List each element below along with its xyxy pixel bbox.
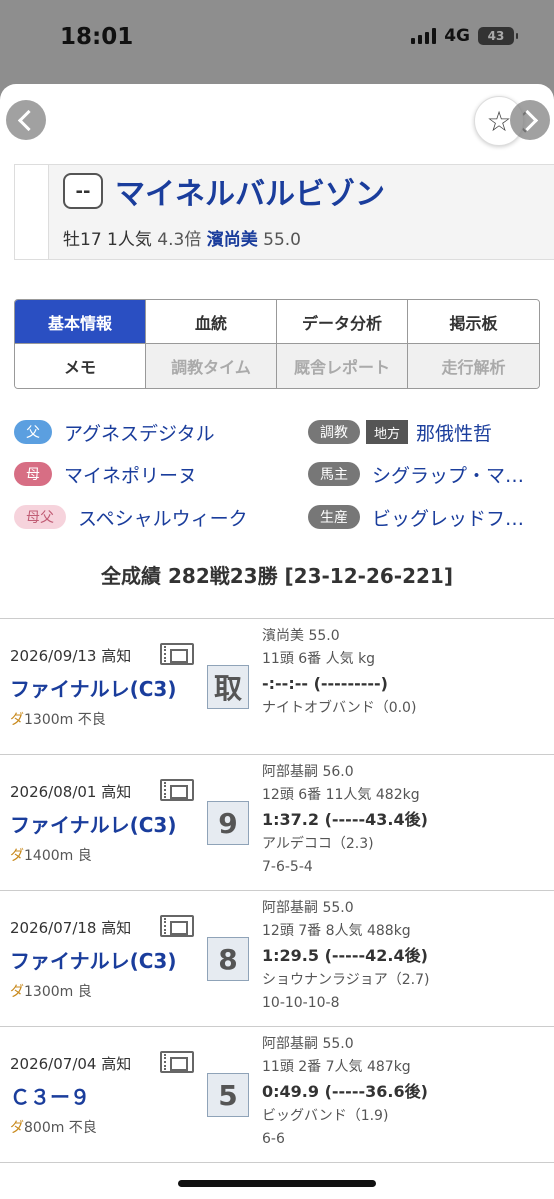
race-time: -:--:-- (---------) xyxy=(262,674,388,693)
race-field-info: 11頭 2番 7人気 487kg xyxy=(262,1059,411,1075)
race-winner: ナイトオブバンド（0.0) xyxy=(262,700,417,716)
race-distance-going: 1300m 良 xyxy=(24,984,92,1000)
sheet-content: 基本情報 血統 データ分析 掲示板 メモ 調教タイム 厩舎レポート 走行解析 父… xyxy=(0,84,554,1199)
home-indicator[interactable] xyxy=(178,1180,376,1187)
father-link[interactable]: アグネスデジタル xyxy=(64,419,215,446)
race-surface: ダ xyxy=(10,712,24,728)
race-field-info: 12頭 6番 11人気 482kg xyxy=(262,787,420,803)
info-tabs: 基本情報 血統 データ分析 掲示板 メモ 調教タイム 厩舎レポート 走行解析 xyxy=(14,299,540,389)
race-surface: ダ xyxy=(10,1120,24,1136)
race-date-venue: 2026/07/18 高知 xyxy=(10,919,132,937)
race-row[interactable]: 2026/08/01 高知 ファイナルレ(C3) ダ1400m 良 9 阿部基嗣… xyxy=(0,755,554,891)
race-surface: ダ xyxy=(10,984,24,1000)
trainer-row: 調教 地方 那俄性哲 xyxy=(308,418,492,446)
race-passing-order: 6-6 xyxy=(262,1131,285,1147)
race-distance-going: 1400m 良 xyxy=(24,848,92,864)
race-row[interactable]: 2026/07/04 高知 Ｃ３ー９ ダ800m 不良 5 阿部基嗣 55.0 … xyxy=(0,1027,554,1163)
race-history-list: 2026/09/13 高知 ファイナルレ(C3) ダ1300m 不良 取 濱尚美… xyxy=(0,618,554,1163)
mother-row: 母 マイネポリーヌ xyxy=(14,460,197,488)
race-name-link[interactable]: ファイナルレ(C3) xyxy=(10,673,176,702)
video-icon[interactable] xyxy=(160,915,194,937)
tab-bulletin-board[interactable]: 掲示板 xyxy=(408,300,539,344)
trainer-region-badge: 地方 xyxy=(366,420,409,444)
race-time: 1:37.2 (-----43.4後) xyxy=(262,810,428,829)
race-distance-going: 1300m 不良 xyxy=(24,712,106,728)
status-bar: 18:01 4G 43 xyxy=(0,0,554,80)
race-condition: ダ1400m 良 xyxy=(10,845,92,865)
race-name-link[interactable]: Ｃ３ー９ xyxy=(10,1081,90,1110)
tab-running-analysis: 走行解析 xyxy=(408,344,539,388)
race-jockey-weight: 阿部基嗣 56.0 xyxy=(262,764,354,780)
race-detail: 阿部基嗣 56.0 12頭 6番 11人気 482kg 1:37.2 (----… xyxy=(262,761,552,879)
tab-memo[interactable]: メモ xyxy=(15,344,146,388)
race-jockey-weight: 阿部基嗣 55.0 xyxy=(262,1036,354,1052)
father-row: 父 アグネスデジタル xyxy=(14,418,215,446)
race-field-info: 12頭 7番 8人気 488kg xyxy=(262,923,411,939)
race-winner: アルデココ（2.3) xyxy=(262,836,374,852)
race-name-link[interactable]: ファイナルレ(C3) xyxy=(10,945,176,974)
status-time: 18:01 xyxy=(60,24,134,50)
tab-data-analysis[interactable]: データ分析 xyxy=(277,300,408,344)
tab-basic-info[interactable]: 基本情報 xyxy=(15,300,146,344)
race-condition: ダ1300m 不良 xyxy=(10,709,106,729)
race-date-venue: 2026/09/13 高知 xyxy=(10,647,132,665)
battery-icon: 43 xyxy=(478,27,518,45)
breeder-label: 生産 xyxy=(308,505,360,529)
race-row[interactable]: 2026/07/18 高知 ファイナルレ(C3) ダ1300m 良 8 阿部基嗣… xyxy=(0,891,554,1027)
race-distance-going: 800m 不良 xyxy=(24,1120,97,1136)
race-time: 1:29.5 (-----42.4後) xyxy=(262,946,428,965)
breeder-link[interactable]: ビッグレッドフ… xyxy=(372,504,524,531)
trainer-link[interactable]: 那俄性哲 xyxy=(416,419,492,446)
owner-row: 馬主 シグラップ・マ… xyxy=(308,460,524,488)
mother-link[interactable]: マイネポリーヌ xyxy=(64,461,197,488)
owner-label: 馬主 xyxy=(308,462,360,486)
breeder-row: 生産 ビッグレッドフ… xyxy=(308,503,524,531)
race-jockey-weight: 濱尚美 55.0 xyxy=(262,628,340,644)
video-icon[interactable] xyxy=(160,779,194,801)
race-date-venue: 2026/08/01 高知 xyxy=(10,783,132,801)
owner-link[interactable]: シグラップ・マ… xyxy=(372,461,524,488)
finish-position-badge: 9 xyxy=(207,801,249,845)
race-passing-order: 7-6-5-4 xyxy=(262,859,313,875)
career-record-summary: 全成績 282戦23勝 [23-12-26-221] xyxy=(101,564,453,588)
father-label: 父 xyxy=(14,420,52,444)
finish-position-badge: 5 xyxy=(207,1073,249,1117)
network-type: 4G xyxy=(444,26,470,46)
video-icon[interactable] xyxy=(160,1051,194,1073)
race-field-info: 11頭 6番 人気 kg xyxy=(262,651,376,667)
race-detail: 阿部基嗣 55.0 12頭 7番 8人気 488kg 1:29.5 (-----… xyxy=(262,897,552,1015)
mothers-father-link[interactable]: スペシャルウィーク xyxy=(78,504,248,531)
race-row[interactable]: 2026/09/13 高知 ファイナルレ(C3) ダ1300m 不良 取 濱尚美… xyxy=(0,619,554,755)
signal-icon xyxy=(411,28,437,44)
finish-position-badge: 取 xyxy=(207,665,249,709)
trainer-label: 調教 xyxy=(308,420,360,444)
mother-label: 母 xyxy=(14,462,52,486)
race-winner: ショウナンラジョア（2.7) xyxy=(262,972,430,988)
race-passing-order: 10-10-10-8 xyxy=(262,995,340,1011)
mothers-father-label: 母父 xyxy=(14,505,66,529)
race-name-link[interactable]: ファイナルレ(C3) xyxy=(10,809,176,838)
race-jockey-weight: 阿部基嗣 55.0 xyxy=(262,900,354,916)
race-condition: ダ800m 不良 xyxy=(10,1117,97,1137)
tab-pedigree[interactable]: 血統 xyxy=(146,300,277,344)
status-indicators: 4G 43 xyxy=(411,26,518,46)
finish-position-badge: 8 xyxy=(207,937,249,981)
mothers-father-row: 母父 スペシャルウィーク xyxy=(14,503,248,531)
tab-stable-report: 厩舎レポート xyxy=(277,344,408,388)
race-condition: ダ1300m 良 xyxy=(10,981,92,1001)
race-time: 0:49.9 (-----36.6後) xyxy=(262,1082,428,1101)
race-detail: 阿部基嗣 55.0 11頭 2番 7人気 487kg 0:49.9 (-----… xyxy=(262,1033,552,1151)
video-icon[interactable] xyxy=(160,643,194,665)
tab-training-time: 調教タイム xyxy=(146,344,277,388)
race-winner: ビッグバンド（1.9) xyxy=(262,1108,389,1124)
race-surface: ダ xyxy=(10,848,24,864)
race-date-venue: 2026/07/04 高知 xyxy=(10,1055,132,1073)
race-detail: 濱尚美 55.0 11頭 6番 人気 kg -:--:-- (---------… xyxy=(262,625,552,720)
